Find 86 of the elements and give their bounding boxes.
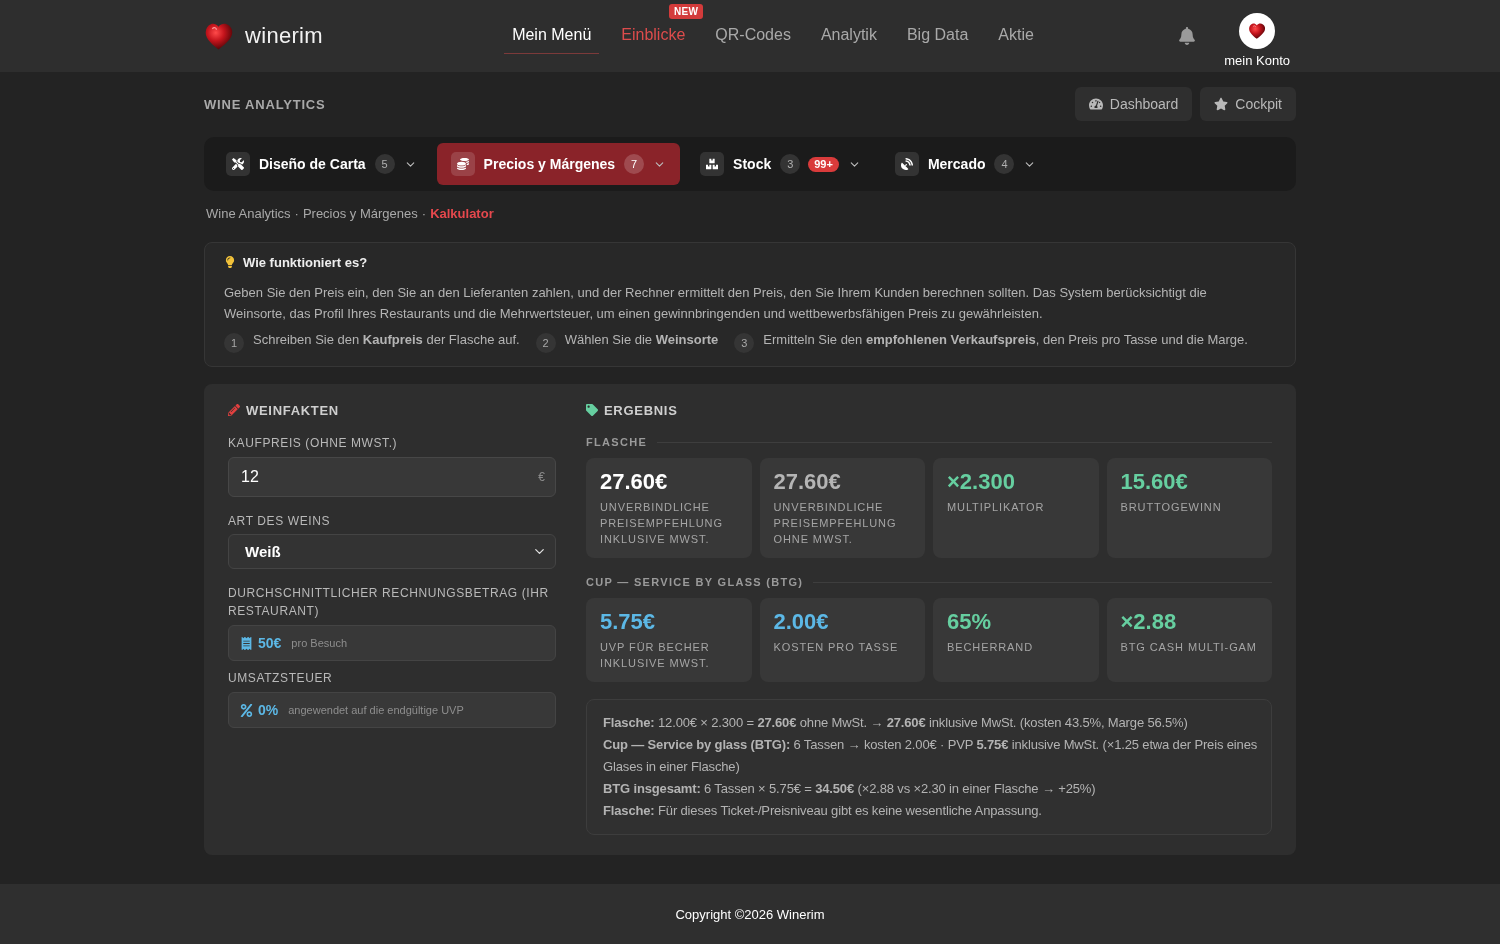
category-tab[interactable]: Mercado 4	[880, 143, 1051, 185]
metric-label: MULTIPLIKATOR	[947, 500, 1046, 515]
nav-link[interactable]: QR-Codes	[707, 18, 799, 54]
coins-icon	[450, 152, 475, 176]
breadcrumb-current-page: Kalkulator	[430, 205, 494, 222]
step-number: 2	[535, 333, 556, 353]
field-label: ART DES WEINS	[228, 513, 332, 530]
breadcrumb-separator: ·	[421, 205, 427, 222]
step-text: Schreiben Sie den Kaufpreis der Flasche auf.	[253, 331, 520, 349]
field-label: UMSATZSTEUER	[228, 670, 334, 687]
copyright-text: Copyright ©2026 Winerim	[675, 906, 825, 922]
summary-line: Flasche: Für dieses Ticket-/Preisniveau gibt es keine wesentliche Anpassung.	[603, 802, 1043, 820]
metric-value: 27.60€	[600, 469, 669, 495]
nav-link[interactable]: Aktie	[990, 18, 1042, 54]
step-number: 1	[224, 333, 244, 353]
metric-value: 65%	[947, 609, 993, 635]
group-label: CUP — SERVICE BY GLASS (BTG)	[586, 576, 804, 588]
summary-line: BTG insgesamt: 6 Tassen × 5.75€ = 34.50€ (×2.88 vs ×2.30 in einer Flasche → +25%)	[603, 780, 1097, 798]
metric-value: ×2.88	[1120, 609, 1178, 635]
section-title: WEINFAKTEN	[246, 402, 339, 418]
boxes-icon	[700, 152, 725, 176]
count-badge: 5	[374, 154, 395, 174]
step-text: Ermitteln Sie den empfohlenen Verkaufspreis, den Preis pro Tasse und die Marge.	[763, 331, 1248, 349]
count-badge: 3	[780, 154, 801, 174]
category-tab[interactable]: Diseño de Carta 5	[212, 143, 431, 185]
info-title: Wie funktioniert es?	[243, 254, 368, 270]
tag-icon	[586, 404, 598, 416]
metric-label: UNVERBINDLICHE PREISEMPFEHLUNG OHNE MWST.	[773, 500, 898, 547]
breadcrumb-separator: ·	[294, 205, 299, 222]
nav-link[interactable]: Analytik	[812, 18, 885, 54]
pencil-icon	[228, 404, 240, 416]
metric-label: KOSTEN PRO TASSE	[773, 640, 900, 655]
logo-icon	[204, 21, 234, 51]
breadcrumb-link[interactable]: Precios y Márgenes	[302, 205, 418, 222]
category-tab[interactable]: Precios y Márgenes 7	[436, 143, 681, 185]
tab-label: Diseño de Carta	[259, 156, 366, 172]
readout-value: 0%	[258, 702, 279, 718]
info-text: Geben Sie den Preis ein, den Sie an den Lieferanten zahlen, und der Rechner ermittelt den Preis, den Sie Ihrem Kunden berechnen sollten. Das System berücksichtigt die Weinsorte, das Profil Ihres Restaurants und die Mehrwertsteuer, um einen gewinnbringenden und wettbewerbsfähigen Preis zu gewährleisten.	[224, 284, 1208, 323]
count-badge: 4	[994, 154, 1015, 174]
count-badge: 7	[624, 154, 645, 174]
star-icon	[1214, 97, 1229, 111]
nav-link[interactable]: Mein Menü	[504, 18, 600, 54]
wine-type-select[interactable]: Weiß	[228, 534, 556, 569]
metric-value: ×2.300	[947, 469, 1016, 495]
metric-label: BTG CASH MULTI-GAM	[1120, 640, 1258, 655]
metric-value: 15.60€	[1120, 469, 1189, 495]
currency-suffix: €	[538, 469, 545, 485]
avatar-icon	[1239, 12, 1276, 49]
category-tab[interactable]: Stock 3 99+	[686, 143, 875, 185]
tab-label: Stock	[733, 156, 772, 172]
notification-bell-icon[interactable]	[1178, 27, 1197, 45]
readout-note: pro Besuch	[291, 637, 347, 649]
summary-line: Cup — Service by glass (BTG): 6 Tassen → kosten 2.00€ · PVP 5.75€ inklusive MwSt. (×1.25 etwa der Preis eines Glases in einer Flasche)	[603, 736, 1259, 776]
step-text: Wählen Sie die Weinsorte	[564, 331, 719, 349]
readout-value: 50€	[258, 635, 282, 651]
field-label: DURCHSCHNITTLICHER RECHNUNGSBETRAG (IHR RESTAURANT)	[228, 585, 550, 620]
page-title: WINE ANALYTICS	[204, 96, 326, 112]
metric-label: UNVERBINDLICHE PREISEMPFEHLUNG INKLUSIVE MWST.	[600, 500, 724, 547]
step-number: 3	[734, 333, 755, 353]
metric-value: 2.00€	[773, 609, 830, 635]
breadcrumb-link[interactable]: Wine Analytics	[206, 205, 291, 222]
field-label: KAUFPREIS (OHNE MWST.)	[228, 435, 399, 452]
group-label: FLASCHE	[586, 436, 648, 448]
dashboard-button[interactable]: Dashboard	[1074, 87, 1193, 121]
nav-link[interactable]: Big Data	[898, 18, 977, 54]
lightbulb-icon	[224, 256, 236, 268]
gauge-icon	[1088, 97, 1103, 111]
alert-badge: 99+	[808, 156, 839, 172]
readout-note: angewendet auf die endgültige UVP	[288, 704, 464, 716]
summary-line: Flasche: 12.00€ × 2.300 = 27.60€ ohne MwSt. → 27.60€ inklusive MwSt. (kosten 43.5%, Marge 56.5%)	[603, 714, 1189, 732]
metric-value: 5.75€	[600, 609, 657, 635]
section-title: ERGEBNIS	[604, 402, 678, 418]
tab-label: Mercado	[927, 156, 986, 172]
metric-value: 27.60€	[773, 469, 842, 495]
metric-label: UVP FÜR BECHER INKLUSIVE MWST.	[600, 640, 711, 671]
tab-label: Precios y Márgenes	[483, 156, 616, 172]
account-button[interactable]: mein Konto	[1224, 12, 1290, 68]
metric-label: BECHERRAND	[947, 640, 1034, 655]
receipt-icon	[240, 636, 253, 650]
metric-label: BRUTTOGEWINN	[1120, 500, 1223, 515]
percent-icon	[240, 703, 253, 717]
new-badge: NEW	[669, 4, 704, 19]
tools-icon	[226, 152, 250, 176]
satellite-dish-icon	[894, 152, 919, 176]
cockpit-button[interactable]: Cockpit	[1200, 87, 1296, 121]
brand-name: winerim	[245, 23, 323, 49]
